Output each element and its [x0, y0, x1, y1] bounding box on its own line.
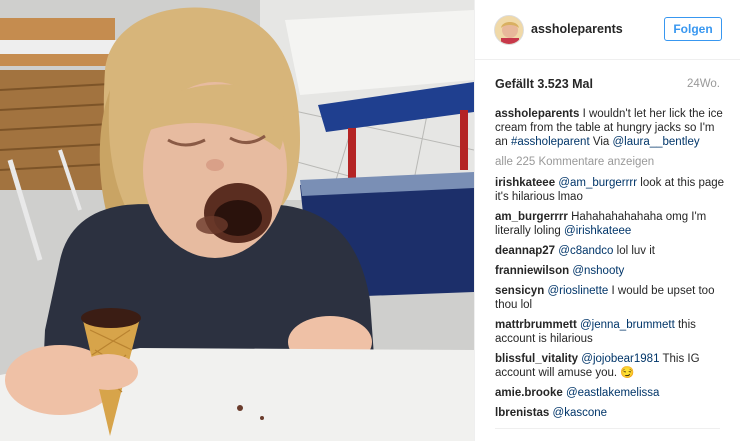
- comments-list: assholeparents I wouldn't let her lick t…: [495, 107, 727, 426]
- caption: assholeparents I wouldn't let her lick t…: [495, 107, 727, 149]
- comment-item: mattrbrummett @jenna_brummett this accou…: [495, 318, 727, 346]
- comment-username[interactable]: amie.brooke: [495, 387, 563, 399]
- comment-mention[interactable]: @jenna_brummett: [580, 319, 675, 331]
- caption-mention[interactable]: @laura__bentley: [612, 136, 699, 148]
- view-all-comments-link[interactable]: alle 225 Kommentare anzeigen: [495, 155, 727, 169]
- comment-item: amie.brooke @eastlakemelissa: [495, 386, 727, 400]
- comment-username[interactable]: blissful_vitality: [495, 353, 578, 365]
- crying-child-photo: [0, 0, 474, 441]
- comment-mention[interactable]: @am_burgerrrr: [558, 177, 637, 189]
- comment-item: am_burgerrrr Hahahahahahaha omg I'm lite…: [495, 210, 727, 238]
- comment-mention[interactable]: @rioslinette: [547, 285, 608, 297]
- instagram-post: assholeparents Folgen Gefällt 3.523 Mal …: [0, 0, 740, 441]
- post-header: assholeparents Folgen: [475, 0, 740, 60]
- comment-item: deannap27 @c8andco lol luv it: [495, 244, 727, 258]
- comment-username[interactable]: sensicyn: [495, 285, 544, 297]
- actions-divider: [495, 428, 720, 429]
- comment-item: sensicyn @rioslinette I would be upset t…: [495, 284, 727, 312]
- comment-item: lbrenistas @kascone: [495, 406, 727, 420]
- likes-count[interactable]: Gefällt 3.523 Mal: [495, 77, 593, 91]
- comment-mention[interactable]: @eastlakemelissa: [566, 387, 660, 399]
- comment-mention[interactable]: @jojobear1981: [581, 353, 659, 365]
- avatar[interactable]: [494, 15, 524, 45]
- comment-mention[interactable]: @kascone: [553, 407, 608, 419]
- caption-username[interactable]: assholeparents: [495, 108, 579, 120]
- comment-mention[interactable]: @nshooty: [572, 265, 624, 277]
- post-side-panel: assholeparents Folgen Gefällt 3.523 Mal …: [474, 0, 740, 441]
- comment-item: blissful_vitality @jojobear1981 This IG …: [495, 352, 727, 380]
- comment-mention[interactable]: @c8andco: [558, 245, 613, 257]
- comment-username[interactable]: franniewilson: [495, 265, 569, 277]
- comment-username[interactable]: irishkateee: [495, 177, 555, 189]
- post-age: 24Wo.: [686, 78, 720, 90]
- follow-button[interactable]: Folgen: [664, 17, 722, 41]
- caption-hashtag[interactable]: #assholeparent: [511, 136, 590, 148]
- avatar-image: [495, 16, 523, 44]
- comment-username[interactable]: deannap27: [495, 245, 555, 257]
- comment-item: irishkateee @am_burgerrrr look at this p…: [495, 176, 727, 204]
- comment-username[interactable]: mattrbrummett: [495, 319, 577, 331]
- comment-username[interactable]: lbrenistas: [495, 407, 549, 419]
- comment-username[interactable]: am_burgerrrr: [495, 211, 568, 223]
- account-username[interactable]: assholeparents: [531, 22, 623, 36]
- comment-mention[interactable]: @irishkateee: [564, 225, 631, 237]
- comment-item: franniewilson @nshooty: [495, 264, 727, 278]
- caption-text-2: Via: [589, 136, 613, 148]
- post-photo[interactable]: [0, 0, 474, 441]
- comment-text: lol luv it: [613, 245, 655, 257]
